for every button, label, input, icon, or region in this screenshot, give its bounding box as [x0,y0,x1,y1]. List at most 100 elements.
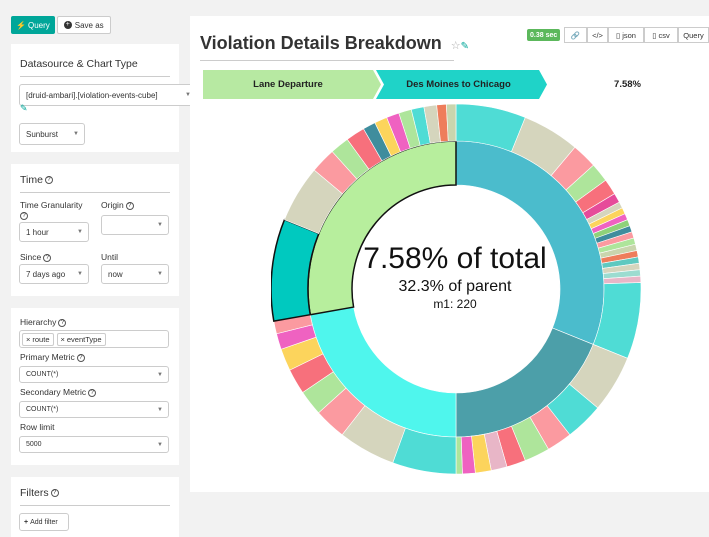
query-view-button[interactable]: Query [678,27,709,43]
embed-button[interactable]: </> [587,27,608,43]
primary-metric-value: COUNT(*) [26,371,59,378]
row-limit-label: Row limit [20,422,55,432]
origin-label: Origin? [101,200,134,210]
filters-panel: Filters? + Add filter [11,477,179,537]
filters-heading-text: Filters [20,487,49,499]
help-icon: ? [43,253,52,262]
since-select[interactable]: 7 days ago ▼ [19,264,89,284]
help-icon: ? [44,176,53,185]
primary-metric-label-text: Primary Metric [20,352,75,362]
hierarchy-label-text: Hierarchy [20,317,57,327]
caret-down-icon: ▼ [157,271,163,277]
chart-title: Violation Details Breakdown ☆✎ [200,33,469,54]
until-value: now [108,269,123,279]
save-as-label: Save as [74,20,104,30]
add-filter-button[interactable]: + Add filter [19,513,69,531]
hierarchy-select[interactable]: × route × eventType [19,330,169,348]
add-filter-label: Add filter [30,518,58,526]
edit-icon[interactable]: ✎ [461,41,469,52]
star-icon[interactable]: ☆ [451,40,461,52]
filters-heading: Filters? [20,487,170,506]
secondary-metric-label-text: Secondary Metric [20,387,87,397]
csv-button[interactable]: ▯ csv [644,27,678,43]
query-button[interactable]: ⚡ Query [11,16,55,34]
plus-icon: + [24,518,29,526]
json-label: json [622,30,636,40]
query-toolbar: ⚡ Query + Save as [11,16,111,34]
hierarchy-tag-eventtype[interactable]: × eventType [56,332,106,346]
file-icon: ▯ [616,30,621,40]
breadcrumb-percent: 7.58% [614,78,641,90]
origin-label-text: Origin [101,200,124,210]
title-divider [200,60,454,61]
remove-icon[interactable]: × [26,335,30,344]
help-icon: ? [50,489,59,498]
lightning-icon: ⚡ [16,20,26,30]
origin-select[interactable]: ▼ [101,215,169,235]
help-icon: ? [58,318,67,327]
granularity-label-text: Time Granularity [20,200,83,210]
datasource-panel: Datasource & Chart Type [druid-ambari].[… [11,44,197,152]
chart-title-text: Violation Details Breakdown [200,33,442,53]
time-heading-text: Time [20,174,43,186]
caret-down-icon: ▼ [157,222,163,228]
row-limit-select[interactable]: 5000 ▼ [19,436,169,453]
secondary-metric-label: Secondary Metric? [20,387,97,397]
since-label: Since? [20,252,52,262]
link-button[interactable]: 🔗 [564,27,587,43]
sunburst-outer-segment[interactable] [455,436,463,474]
caret-down-icon: ▼ [73,131,79,137]
until-label: Until [101,252,119,262]
chart-card: Violation Details Breakdown ☆✎ 0.38 sec … [190,16,709,492]
chart-type-value: Sunburst [26,129,59,139]
query-button-label: Query [27,20,50,30]
secondary-metric-value: COUNT(*) [26,406,59,413]
file-icon: ▯ [652,30,657,40]
help-icon: ? [20,211,28,220]
help-icon: ? [76,353,85,362]
caret-down-icon: ▼ [157,371,163,378]
secondary-metric-select[interactable]: COUNT(*) ▼ [19,401,169,418]
center-parent: 32.3% of parent [398,278,512,295]
granularity-label: Time Granularity? [20,200,95,220]
time-panel: Time? Time Granularity? Origin? 1 hour ▼ … [11,164,179,296]
caret-down-icon: ▼ [77,229,83,235]
sunburst-outer-segment[interactable] [446,104,457,142]
breadcrumb-level1[interactable]: Lane Departure [203,70,373,98]
remove-icon[interactable]: × [61,335,65,344]
query-panel: Hierarchy? × route × eventType Primary Met… [11,308,179,465]
primary-metric-select[interactable]: COUNT(*) ▼ [19,366,169,383]
link-icon: 🔗 [570,30,581,40]
hierarchy-tag-label: eventType [66,334,102,344]
datasource-select[interactable]: [druid-ambari].[violation-events-cube] ▼ [19,84,197,106]
granularity-value: 1 hour [26,227,49,237]
since-label-text: Since [20,252,42,262]
save-as-button[interactable]: + Save as [56,16,111,34]
caret-down-icon: ▼ [77,271,83,277]
query-view-label: Query [683,30,704,40]
granularity-select[interactable]: 1 hour ▼ [19,222,89,242]
caret-down-icon: ▼ [157,441,163,448]
datasource-value: [druid-ambari].[violation-events-cube] [26,90,158,100]
timing-badge: 0.38 sec [527,29,561,41]
hierarchy-tag-route[interactable]: × route [22,332,54,346]
center-total: 7.58% of total [363,242,547,275]
csv-label: csv [658,30,670,40]
help-icon: ? [125,201,134,210]
row-limit-value: 5000 [26,441,42,448]
center-metric: m1: 220 [433,297,477,311]
plus-circle-icon: + [63,21,72,29]
code-icon: </> [592,30,603,40]
chart-type-select[interactable]: Sunburst ▼ [19,123,85,145]
time-heading: Time? [20,174,170,193]
datasource-heading: Datasource & Chart Type [20,58,170,77]
json-button[interactable]: ▯ json [608,27,644,43]
primary-metric-label: Primary Metric? [20,352,85,362]
hierarchy-tag-label: route [32,334,50,344]
help-icon: ? [88,388,97,397]
hierarchy-label: Hierarchy? [20,317,67,327]
until-select[interactable]: now ▼ [101,264,169,284]
breadcrumb-level2[interactable]: Des Moines to Chicago [376,70,541,98]
edit-icon[interactable]: ✎ [20,103,28,114]
caret-down-icon: ▼ [157,406,163,413]
